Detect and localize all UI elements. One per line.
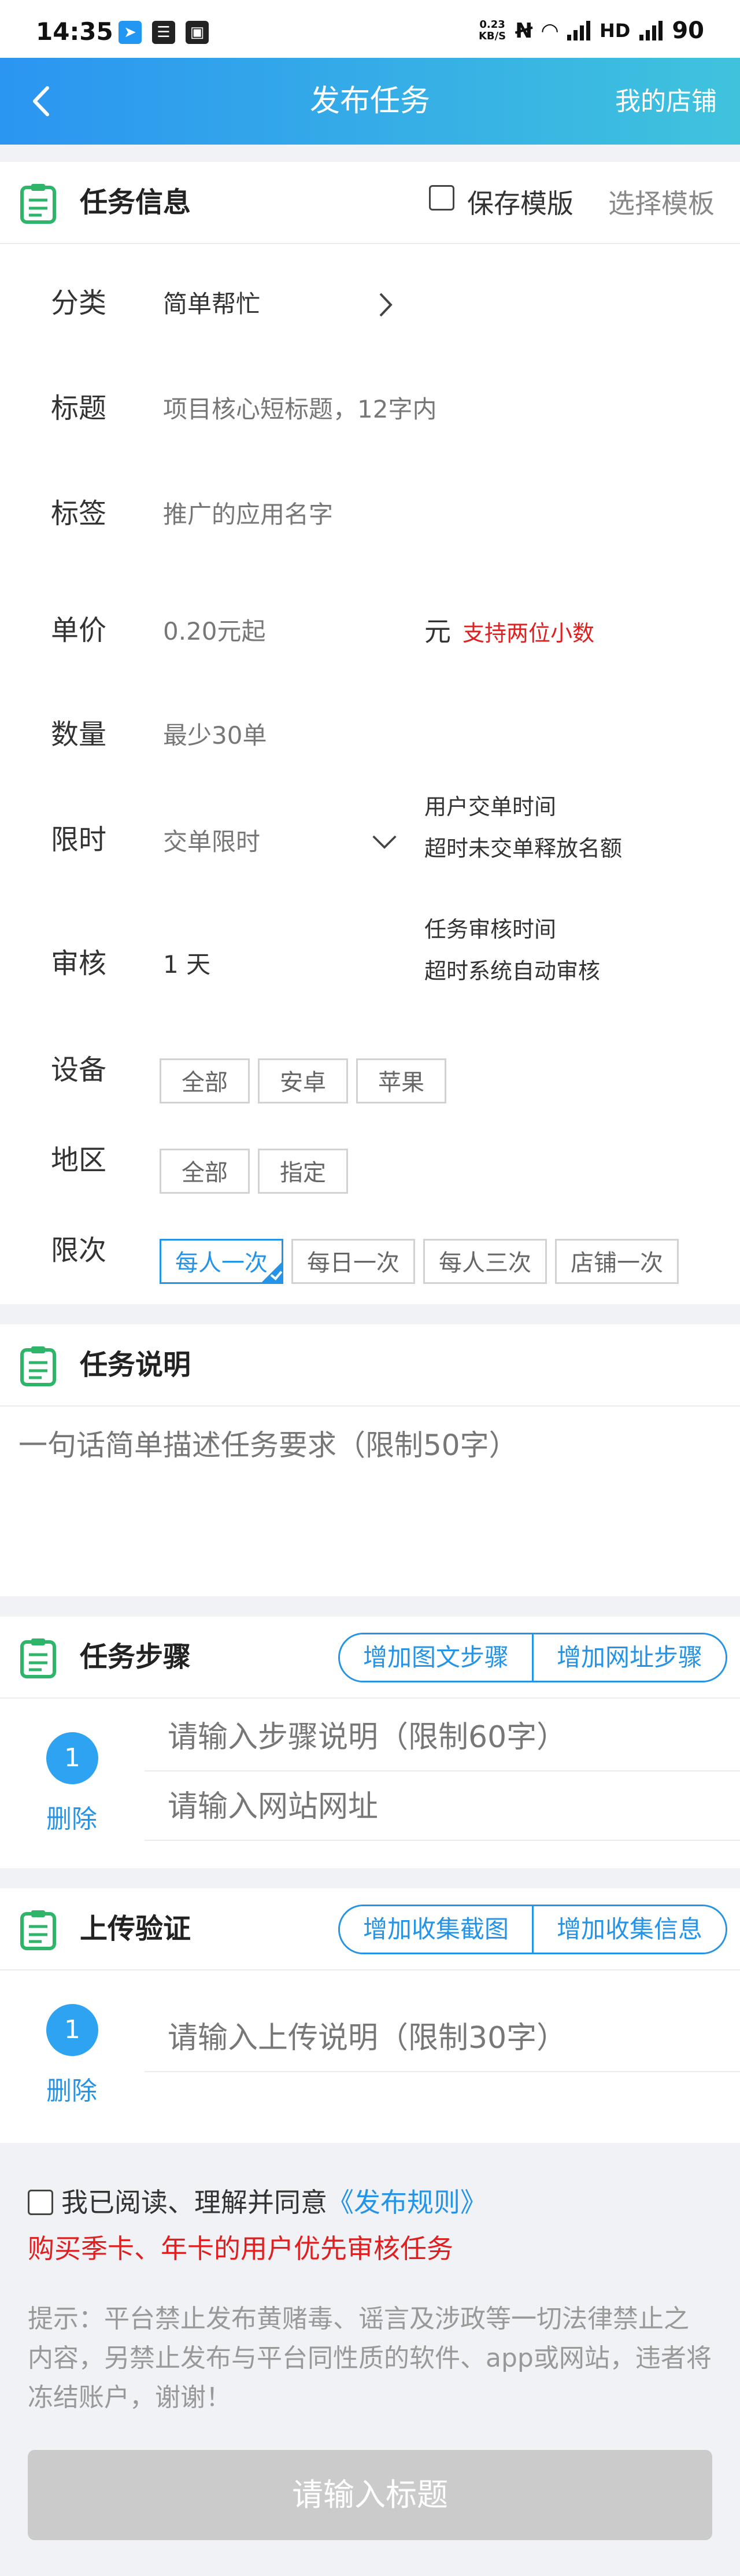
- signal-5g-icon: [567, 21, 590, 40]
- chevron-right-icon[interactable]: [377, 290, 394, 319]
- section-title: 上传验证: [80, 1913, 191, 1945]
- device-option-all[interactable]: 全部: [160, 1058, 250, 1104]
- frequency-option-three-per-user[interactable]: 每人三次: [423, 1239, 547, 1284]
- review-label: 审核: [51, 947, 107, 980]
- step-number-badge: 1: [46, 1732, 98, 1784]
- section-title: 任务步骤: [80, 1641, 191, 1673]
- step-description-input[interactable]: 请输入步骤说明（限制60字）: [145, 1703, 740, 1772]
- publish-rules-link[interactable]: 《发布规则》: [327, 2187, 487, 2218]
- review-hint: 任务审核时间: [424, 917, 557, 942]
- app-header: 发布任务 我的店铺: [0, 58, 740, 145]
- agree-text-row: 我已阅读、理解并同意《发布规则》: [61, 2184, 487, 2221]
- add-info-button[interactable]: 增加收集信息: [531, 1906, 726, 1953]
- notification-icons: ➤ ☰ ▣: [119, 21, 209, 44]
- clipboard-icon: [20, 184, 56, 224]
- priority-notice: 购买季卡、年卡的用户优先审核任务: [28, 2233, 453, 2264]
- quantity-label: 数量: [51, 718, 107, 751]
- section-title: 任务信息: [80, 186, 191, 219]
- upload-number-badge: 1: [46, 2004, 98, 2056]
- time-limit-label: 限时: [51, 824, 107, 856]
- wifi-icon: ◠: [542, 19, 558, 43]
- frequency-option-once-per-day[interactable]: 每日一次: [291, 1239, 415, 1284]
- frequency-label: 限次: [51, 1234, 107, 1267]
- add-url-step-button[interactable]: 增加网址步骤: [531, 1634, 726, 1681]
- region-option-all[interactable]: 全部: [160, 1149, 250, 1194]
- task-desc-section: 任务说明 一句话简单描述任务要求（限制50字）: [0, 1324, 740, 1596]
- tags-input[interactable]: 推广的应用名字: [163, 497, 333, 532]
- submit-button[interactable]: 请输入标题: [28, 2450, 712, 2540]
- headline-label: 标题: [51, 392, 107, 425]
- clipboard-icon: [20, 1346, 56, 1386]
- headline-input[interactable]: 项目核心短标题，12字内: [163, 392, 436, 427]
- region-label: 地区: [51, 1144, 107, 1176]
- choose-template-button[interactable]: 选择模板: [608, 185, 715, 222]
- price-label: 单价: [51, 614, 107, 647]
- review-warning: 超时系统自动审核: [424, 958, 601, 984]
- agree-text: 我已阅读、理解并同意: [61, 2187, 327, 2218]
- quantity-input[interactable]: 最少30单: [163, 718, 267, 753]
- upload-action-group: 增加收集截图 增加收集信息: [338, 1905, 727, 1954]
- review-value[interactable]: 1 天: [163, 947, 210, 982]
- add-image-step-button[interactable]: 增加图文步骤: [339, 1634, 532, 1681]
- task-steps-header: 任务步骤 增加图文步骤 增加网址步骤: [0, 1617, 740, 1699]
- price-note: 支持两位小数: [462, 621, 595, 646]
- step-action-group: 增加图文步骤 增加网址步骤: [338, 1633, 727, 1682]
- save-template-checkbox[interactable]: [429, 185, 454, 211]
- platform-tip: 提示：平台禁止发布黄赌毒、谣言及涉政等一切法律禁止之内容，另禁止发布与平台同性质…: [28, 2304, 712, 2412]
- save-template-label[interactable]: 保存模版: [467, 185, 574, 222]
- add-screenshot-button[interactable]: 增加收集截图: [339, 1906, 532, 1953]
- price-unit: 元: [424, 616, 451, 647]
- tags-label: 标签: [51, 497, 107, 530]
- device-option-ios[interactable]: 苹果: [356, 1058, 446, 1104]
- upload-description-input[interactable]: 请输入上传说明（限制30字）: [145, 2004, 740, 2072]
- device-label: 设备: [51, 1054, 107, 1086]
- net-speed: 0.23 KB/S: [478, 19, 506, 42]
- clipboard-icon: [20, 1638, 56, 1678]
- nfc-icon: Ꞥ: [515, 19, 533, 43]
- status-right: 0.23 KB/S Ꞥ ◠ HD 90: [479, 17, 704, 44]
- battery-level: 90: [672, 17, 704, 44]
- my-shop-link[interactable]: 我的店铺: [615, 84, 717, 119]
- section-title: 任务说明: [80, 1349, 191, 1381]
- task-info-section: 任务信息 保存模版 选择模板 分类 简单帮忙 标题 项目核心短标题，12字内 标…: [0, 162, 740, 1304]
- step-url-input[interactable]: 请输入网站网址: [145, 1773, 740, 1841]
- frequency-option-label: 每人一次: [175, 1250, 268, 1276]
- upload-verify-section: 上传验证 增加收集截图 增加收集信息 1 删除 请输入上传说明（限制30字）: [0, 1888, 740, 2143]
- frequency-option-once-per-shop[interactable]: 店铺一次: [555, 1239, 679, 1284]
- telegram-icon: ➤: [119, 21, 142, 44]
- checkmark-icon: [260, 1261, 283, 1284]
- task-desc-textarea[interactable]: 一句话简单描述任务要求（限制50字）: [18, 1425, 518, 1466]
- hd-label: HD: [599, 20, 631, 42]
- task-info-header: 任务信息 保存模版 选择模板: [0, 162, 740, 244]
- frequency-option-once-per-user[interactable]: 每人一次: [160, 1239, 283, 1284]
- region-option-specified[interactable]: 指定: [258, 1149, 348, 1194]
- time-limit-warning: 超时未交单释放名额: [424, 836, 623, 861]
- category-value[interactable]: 简单帮忙: [163, 287, 260, 322]
- clipboard-icon: [20, 1910, 56, 1950]
- device-option-android[interactable]: 安卓: [258, 1058, 348, 1104]
- time-limit-select[interactable]: 交单限时: [163, 825, 260, 859]
- upload-verify-header: 上传验证 增加收集截图 增加收集信息: [0, 1888, 740, 1970]
- gallery-app-icon: ▣: [186, 21, 209, 44]
- delete-step-link[interactable]: 删除: [46, 1798, 97, 1835]
- task-desc-header: 任务说明: [0, 1324, 740, 1407]
- time-limit-hint: 用户交单时间: [424, 794, 557, 820]
- signal-4g-icon: [639, 21, 663, 40]
- list-app-icon: ☰: [152, 21, 175, 44]
- price-input[interactable]: 0.20元起: [163, 614, 266, 649]
- category-label: 分类: [51, 287, 107, 319]
- agree-checkbox[interactable]: [28, 2190, 53, 2215]
- status-time: 14:35: [36, 17, 113, 46]
- chevron-down-icon[interactable]: [371, 834, 398, 850]
- delete-upload-link[interactable]: 删除: [46, 2070, 97, 2107]
- task-steps-section: 任务步骤 增加图文步骤 增加网址步骤 1 删除 请输入步骤说明（限制60字） 请…: [0, 1617, 740, 1868]
